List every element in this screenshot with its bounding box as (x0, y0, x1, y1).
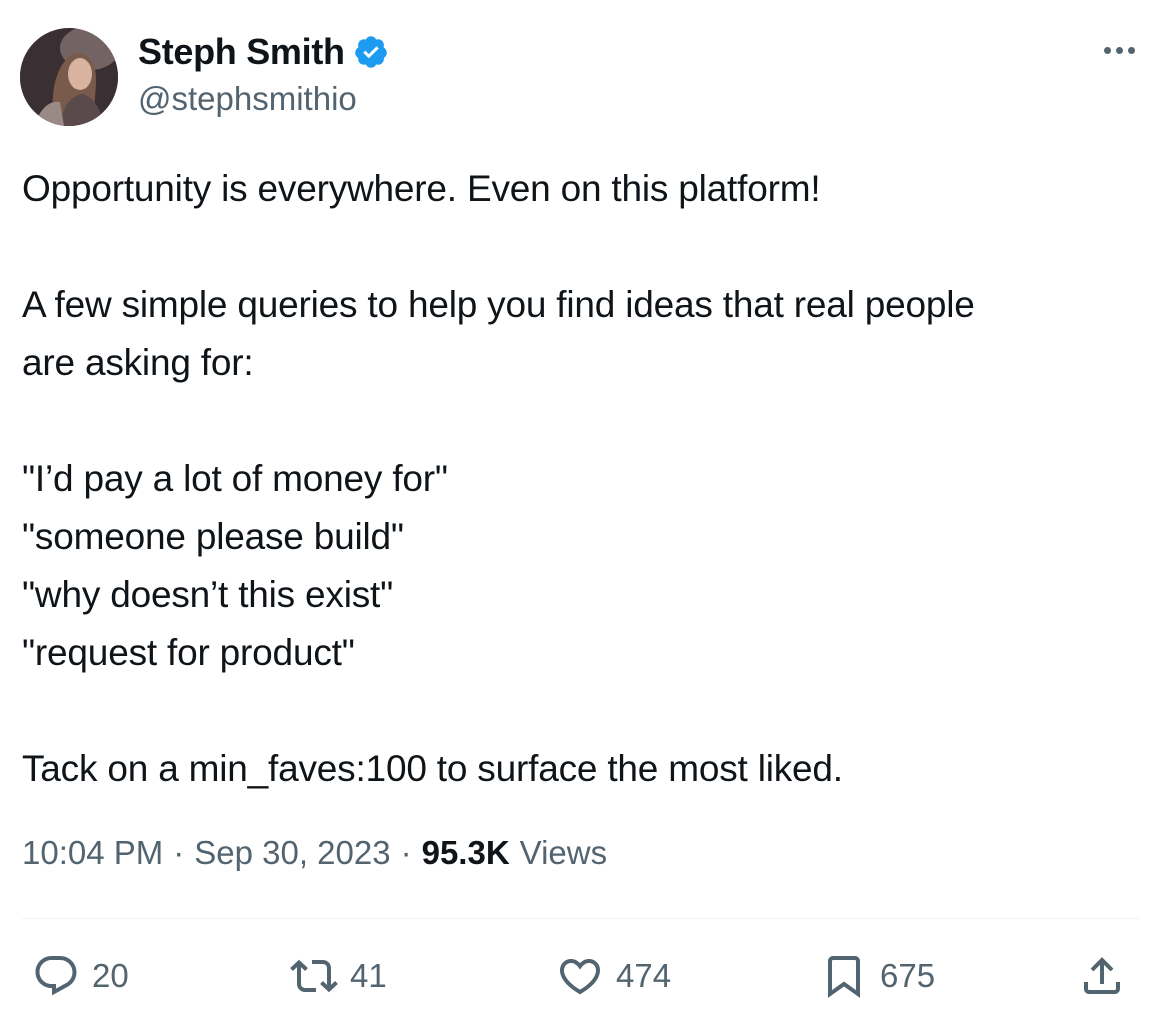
views-count[interactable]: 95.3K (422, 834, 510, 872)
divider (22, 918, 1140, 919)
tweet-text-line: Opportunity is everywhere. Even on this … (22, 168, 821, 209)
tweet-text-line: "someone please build" (22, 516, 404, 557)
meta-separator: · (173, 834, 185, 871)
author-handle[interactable]: @stephsmithio (138, 80, 357, 118)
more-options-button[interactable] (1094, 30, 1144, 70)
bookmark-button[interactable]: 675 (820, 952, 935, 1000)
share-icon (1078, 952, 1126, 1000)
like-button[interactable]: 474 (556, 952, 671, 1000)
reply-icon (32, 952, 80, 1000)
like-icon (556, 952, 604, 1000)
tweet-text-line: "request for product" (22, 632, 355, 673)
tweet-card: Steph Smith @stephsmithio Opportunity is… (0, 0, 1160, 1020)
tweet-text-line: "why doesn’t this exist" (22, 574, 394, 615)
retweet-button[interactable]: 41 (290, 952, 387, 1000)
tweet-text-line: are asking for: (22, 342, 254, 383)
reply-button[interactable]: 20 (32, 952, 129, 1000)
like-count: 474 (616, 957, 672, 994)
more-icon (1103, 46, 1111, 54)
tweet-text-line: Tack on a min_faves:100 to surface the m… (22, 748, 843, 789)
bookmark-count: 675 (880, 957, 936, 994)
author-name-row: Steph Smith (138, 30, 389, 74)
tweet-text-line: "I’d pay a lot of money for" (22, 458, 448, 499)
more-icon-dot (1115, 46, 1123, 54)
tweet-text: Opportunity is everywhere. Even on this … (22, 160, 1142, 798)
verified-badge-icon (353, 34, 389, 70)
tweet-date[interactable]: Sep 30, 2023 (194, 834, 390, 872)
tweet-meta: 10:04 PM · Sep 30, 2023 · 95.3K Views (22, 834, 607, 872)
author-display-name[interactable]: Steph Smith (138, 31, 345, 73)
avatar[interactable] (20, 28, 118, 126)
tweet-text-line: A few simple queries to help you find id… (22, 284, 975, 325)
views-label: Views (519, 834, 608, 871)
bookmark-icon (820, 952, 868, 1000)
more-icon-dot (1127, 46, 1135, 54)
retweet-count: 41 (350, 957, 387, 994)
reply-count: 20 (92, 957, 129, 994)
share-button[interactable] (1078, 952, 1126, 1000)
meta-separator: · (400, 834, 412, 871)
retweet-icon (290, 952, 338, 1000)
action-bar: 20 41 474 675 (0, 944, 1160, 1008)
tweet-time[interactable]: 10:04 PM (22, 834, 163, 872)
